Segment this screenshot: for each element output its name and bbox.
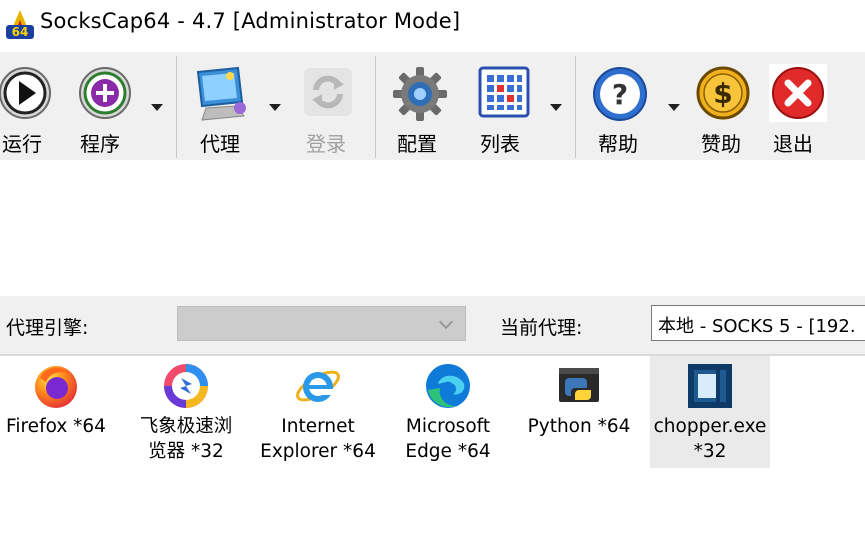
run-button[interactable]: 运行 — [0, 52, 52, 160]
play-icon — [0, 67, 51, 119]
edge-icon — [426, 364, 470, 408]
gear-icon — [393, 67, 447, 121]
login-label: 登录 — [306, 132, 346, 156]
grid-list-icon — [478, 66, 530, 118]
proxy-bar: 代理引擎: 当前代理: 本地 - SOCKS 5 - [192. — [0, 296, 865, 354]
programs-dropdown-arrow[interactable] — [151, 104, 163, 111]
programs-label: 程序 — [80, 132, 120, 156]
sponsor-button[interactable]: $ 赞助 — [694, 52, 754, 160]
app-item-microsoft-edge[interactable]: Microsoft Edge *64 — [396, 356, 500, 468]
add-program-icon — [79, 67, 131, 119]
config-button[interactable]: 配置 — [392, 52, 452, 160]
app-list: Firefox *64 飞象极速浏 览器 *32 Internet Explorer… — [0, 356, 865, 541]
app-item-python[interactable]: Python *64 — [524, 356, 634, 468]
app-item-firefox[interactable]: Firefox *64 — [0, 356, 112, 468]
toolbar-separator — [176, 56, 177, 158]
proxy-label: 代理 — [200, 132, 240, 156]
app-label: 飞象极速浏 览器 *32 — [139, 416, 233, 462]
current-proxy-field[interactable]: 本地 - SOCKS 5 - [192. — [651, 305, 865, 341]
sockscap-logo-icon: 64 — [6, 10, 34, 39]
proxy-engine-label: 代理引擎: — [6, 317, 89, 339]
sponsor-label: 赞助 — [701, 132, 741, 156]
python-icon — [559, 368, 599, 402]
proxy-button[interactable]: 代理 — [190, 52, 262, 160]
chopper-icon — [688, 364, 732, 408]
help-button[interactable]: ? 帮助 — [592, 52, 652, 160]
login-refresh-icon — [304, 68, 352, 116]
firefox-icon — [35, 366, 77, 408]
svg-text:$: $ — [713, 77, 732, 110]
app-label: Firefox *64 — [6, 416, 106, 437]
help-icon: ? — [593, 67, 647, 121]
close-icon — [769, 64, 827, 122]
feixiang-browser-icon — [164, 364, 208, 408]
current-proxy-value: 本地 - SOCKS 5 - [192. — [658, 316, 856, 337]
login-button[interactable]: 登录 — [300, 52, 358, 160]
dollar-coin-icon: $ — [696, 66, 750, 120]
window-title: SocksCap64 - 4.7 [Administrator Mode] — [40, 9, 461, 33]
app-item-feixiang-browser[interactable]: 飞象极速浏 览器 *32 — [128, 356, 244, 468]
internet-explorer-icon — [296, 370, 340, 402]
svg-text:?: ? — [612, 78, 628, 111]
title-bar: 64 SocksCap64 - 4.7 [Administrator Mode] — [0, 0, 865, 52]
proxy-dropdown-arrow[interactable] — [269, 104, 281, 111]
svg-text:64: 64 — [12, 25, 29, 39]
list-button[interactable]: 列表 — [474, 52, 534, 160]
exit-label: 退出 — [773, 132, 813, 156]
programs-button[interactable]: 程序 — [76, 52, 138, 160]
toolbar-separator — [575, 56, 576, 158]
proxy-icon — [196, 66, 246, 121]
list-label: 列表 — [480, 132, 520, 156]
help-dropdown-arrow[interactable] — [668, 104, 680, 111]
config-label: 配置 — [397, 132, 437, 156]
app-item-internet-explorer[interactable]: Internet Explorer *64 — [258, 356, 378, 468]
app-label: chopper.exe *32 — [653, 416, 767, 462]
chevron-down-icon — [438, 314, 454, 330]
exit-button[interactable]: 退出 — [767, 52, 829, 160]
toolbar-separator — [375, 56, 376, 158]
app-label: Internet Explorer *64 — [260, 416, 376, 462]
run-label: 运行 — [2, 132, 42, 156]
app-item-chopper[interactable]: chopper.exe *32 — [650, 356, 770, 468]
app-label: Python *64 — [527, 416, 631, 437]
main-toolbar: 运行 程序 代理 登录 配置 列表 ? 帮助 $ 赞助 退出 — [0, 52, 865, 160]
app-label: Microsoft Edge *64 — [405, 416, 491, 462]
proxy-engine-select[interactable] — [177, 306, 466, 341]
help-label: 帮助 — [598, 132, 638, 156]
current-proxy-label: 当前代理: — [500, 317, 583, 339]
list-dropdown-arrow[interactable] — [550, 104, 562, 111]
